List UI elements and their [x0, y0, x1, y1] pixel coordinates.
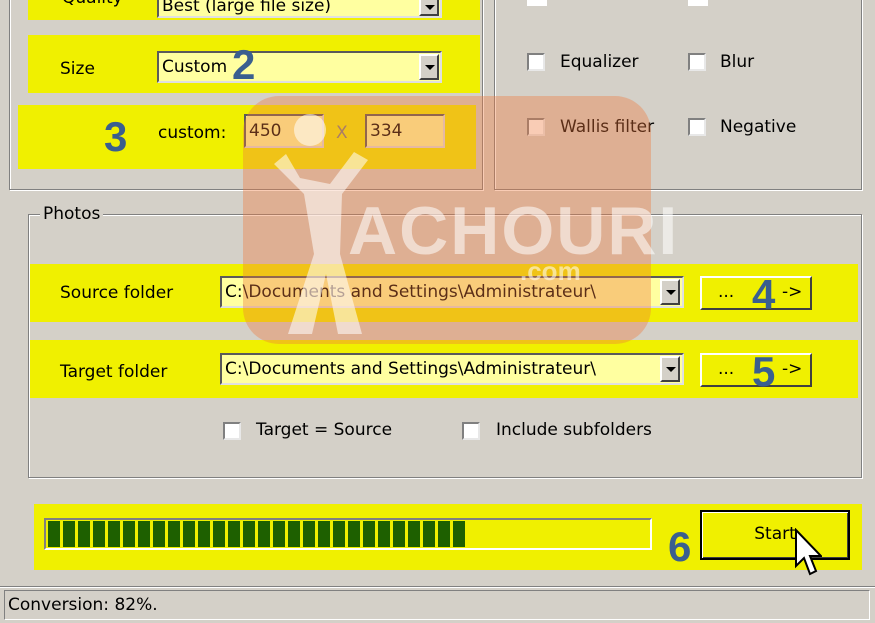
target-folder-input[interactable]: C:\Documents and Settings\Administrateur…: [220, 353, 684, 385]
wallis-filter-label: Wallis filter: [560, 117, 655, 137]
quality-dropdown-button[interactable]: [419, 0, 439, 16]
progress-bar: [44, 518, 652, 550]
status-text: Conversion: 82%.: [8, 595, 158, 615]
progress-segment: [453, 521, 465, 547]
progress-segment: [288, 521, 300, 547]
progress-segment: [273, 521, 285, 547]
include-subfolders-label: Include subfolders: [496, 420, 652, 440]
size-dropdown-button[interactable]: [419, 54, 439, 80]
equalizer-checkbox[interactable]: [527, 53, 545, 71]
quality-select[interactable]: Best (large file size): [157, 0, 442, 18]
progress-segment: [93, 521, 105, 547]
progress-segment: [408, 521, 420, 547]
progress-segment: [258, 521, 270, 547]
progress-segment: [378, 521, 390, 547]
source-browse-label: ...: [718, 282, 735, 302]
progress-segment: [123, 521, 135, 547]
progress-segment: [303, 521, 315, 547]
progress-segment: [393, 521, 405, 547]
progress-segment: [243, 521, 255, 547]
watermark-sub-text: .com: [520, 256, 581, 286]
progress-segment: [438, 521, 450, 547]
size-select[interactable]: Custom: [157, 51, 442, 83]
wallis-filter-checkbox[interactable]: [527, 118, 545, 136]
source-folder-label: Source folder: [60, 283, 174, 303]
progress-segment: [228, 521, 240, 547]
mouse-cursor-icon: [795, 528, 822, 576]
progress-segment: [48, 521, 60, 547]
target-eq-source-label: Target = Source: [256, 420, 393, 440]
target-browse-label: ...: [718, 359, 735, 379]
progress-segment: [363, 521, 375, 547]
progress-fill: [48, 521, 648, 547]
quality-label: Quality: [62, 0, 123, 8]
step-number-4: 4: [752, 271, 776, 318]
step-number-5: 5: [752, 348, 776, 395]
status-bar-divider: [0, 586, 875, 588]
progress-segment: [318, 521, 330, 547]
progress-segment: [198, 521, 210, 547]
progress-segment: [78, 521, 90, 547]
custom-height-input[interactable]: 334: [365, 114, 445, 148]
step-number-6: 6: [668, 523, 692, 570]
size-label: Size: [60, 59, 95, 79]
filters-top-partial-2: [688, 0, 708, 6]
source-arrow-label: ->: [782, 282, 803, 302]
progress-segment: [138, 521, 150, 547]
blur-label: Blur: [720, 52, 755, 72]
equalizer-label: Equalizer: [560, 52, 639, 72]
progress-segment: [333, 521, 345, 547]
progress-segment: [348, 521, 360, 547]
progress-segment: [213, 521, 225, 547]
custom-label: custom:: [158, 123, 227, 143]
watermark-text: ACHOURI: [348, 193, 680, 269]
step-number-3: 3: [104, 113, 128, 160]
photos-group-label: Photos: [40, 204, 104, 224]
start-label: Start: [754, 524, 796, 544]
progress-segment: [183, 521, 195, 547]
include-subfolders-checkbox[interactable]: [462, 422, 480, 440]
blur-checkbox[interactable]: [688, 53, 706, 71]
target-folder-label: Target folder: [60, 362, 168, 382]
filters-top-partial: [527, 0, 547, 6]
target-dropdown-button[interactable]: [660, 356, 680, 382]
progress-segment: [63, 521, 75, 547]
progress-segment: [108, 521, 120, 547]
progress-segment: [168, 521, 180, 547]
status-bar: Conversion: 82%.: [4, 590, 870, 620]
start-button[interactable]: Start: [700, 510, 850, 560]
filters-group: [494, 0, 862, 190]
target-eq-source-checkbox[interactable]: [223, 422, 241, 440]
step-number-2: 2: [232, 41, 256, 88]
progress-segment: [153, 521, 165, 547]
target-arrow-label: ->: [782, 359, 803, 379]
negative-label: Negative: [720, 117, 797, 137]
progress-segment: [423, 521, 435, 547]
negative-checkbox[interactable]: [688, 118, 706, 136]
source-dropdown-button[interactable]: [660, 279, 680, 305]
